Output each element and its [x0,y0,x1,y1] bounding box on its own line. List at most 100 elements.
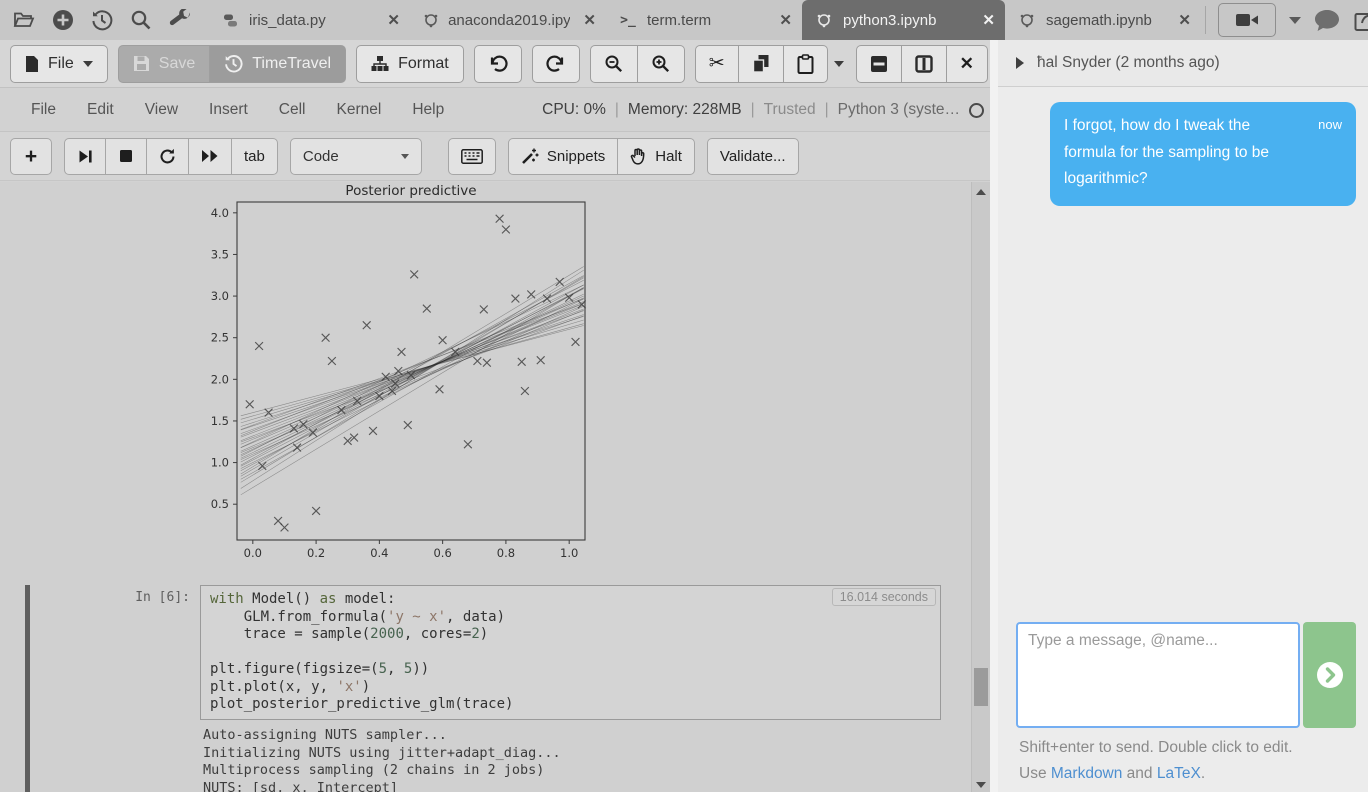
code-line: trace = sample(2000, cores=2) [210,626,931,644]
notebook-scrollbar[interactable] [971,182,990,792]
history-icon[interactable] [90,8,114,32]
run-all-button[interactable] [188,138,232,175]
cut-button[interactable]: ✂ [695,45,739,83]
close-icon[interactable]: ✕ [773,11,792,29]
run-cell-button[interactable] [64,138,106,175]
python-file-icon [218,8,242,32]
timetravel-button[interactable]: TimeTravel [209,45,346,83]
close-icon[interactable]: ✕ [577,11,596,29]
file-menu-button[interactable]: File [10,45,108,83]
stop-button[interactable] [105,138,147,175]
output-line: NUTS: [sd, x, Intercept] [203,780,944,792]
tab-complete-button[interactable]: tab [231,138,278,175]
kernel-status-icon [969,103,984,118]
zoom-out-button[interactable] [590,45,638,83]
restart-kernel-button[interactable] [146,138,189,175]
chat-bubble-icon[interactable] [1314,9,1340,32]
scrollbar-thumb[interactable] [974,668,988,706]
timetravel-history-icon [224,54,243,73]
jupyter-file-icon [812,8,836,32]
chat-help-text: Shift+enter to send. Double click to edi… [1019,739,1293,757]
split-horizontal-button[interactable] [856,45,902,83]
menu-insert[interactable]: Insert [209,101,248,119]
copy-button[interactable] [738,45,784,83]
chat-message-input[interactable] [1016,622,1300,728]
code-line: plot_posterior_predictive_glm(trace) [210,696,931,714]
close-icon[interactable]: ✕ [976,11,995,29]
zoom-in-button[interactable] [637,45,685,83]
separator: | [615,101,619,119]
folder-open-icon[interactable] [12,8,36,32]
split-vertical-button[interactable] [901,45,947,83]
caret-down-icon[interactable] [1289,17,1301,24]
redo-button[interactable] [532,45,580,83]
caret-down-icon [83,61,93,67]
close-icon[interactable]: ✕ [1172,11,1191,29]
posterior-plot: 0.00.20.40.60.81.00.51.01.52.02.53.03.54… [186,182,598,574]
memory-usage: Memory: 228MB [628,101,742,119]
timetravel-label: TimeTravel [252,55,331,73]
panel-divider[interactable] [990,40,998,792]
markdown-link[interactable]: Markdown [1051,765,1123,782]
undo-icon [488,54,508,74]
run-controls-group: tab [64,138,278,175]
share-icon[interactable] [1353,8,1368,33]
tab-term[interactable]: >_ term.term ✕ [606,0,802,40]
svg-text:0.5: 0.5 [211,497,229,511]
copy-icon [752,54,770,73]
kernel-status-bar: CPU: 0% | Memory: 228MB | Trusted | Pyth… [542,101,990,119]
send-message-button[interactable] [1303,622,1356,728]
scroll-up-arrow-icon[interactable] [976,189,986,195]
tab-python3-active[interactable]: python3.ipynb ✕ [802,0,1005,40]
svg-text:0.6: 0.6 [433,546,451,560]
chat-message-bubble[interactable]: now I forgot, how do I tweak the formula… [1050,102,1356,206]
menu-view[interactable]: View [145,101,178,119]
cocalc-window: iris_data.py ✕ anaconda2019.ipynb ✕ >_ t… [0,0,1368,792]
halt-button[interactable]: Halt [617,138,695,175]
chat-history-header[interactable]: ħal Snyder (2 months ago) [998,40,1368,87]
more-options-caret-icon[interactable] [834,61,844,67]
cell-code-editor[interactable]: 16.014 seconds with Model() as model: GL… [200,585,941,720]
menu-kernel[interactable]: Kernel [337,101,382,119]
tabbar-divider [1205,6,1206,34]
plus-circle-icon[interactable] [51,8,75,32]
kernel-name[interactable]: Python 3 (syste… [838,101,960,119]
wrench-icon[interactable] [168,8,192,32]
tab-label: iris_data.py [249,12,326,29]
scroll-down-arrow-icon[interactable] [976,782,986,788]
search-icon[interactable] [129,8,153,32]
editor-toolbar: File Save TimeTravel Format [0,40,990,88]
validate-button[interactable]: Validate... [707,138,799,175]
save-button[interactable]: Save [118,45,210,83]
tab-label: tab [244,148,265,165]
clipboard-group: ✂ [695,45,828,83]
keyboard-shortcuts-button[interactable] [448,138,496,175]
tab-sagemath[interactable]: sagemath.ipynb ✕ [1005,0,1201,40]
expand-triangle-icon[interactable] [1016,57,1024,69]
tab-label: term.term [647,12,711,29]
tab-label: anaconda2019.ipynb [448,12,570,29]
jupyter-file-icon [1015,8,1039,32]
close-frame-button[interactable]: ✕ [946,45,988,83]
menu-edit[interactable]: Edit [87,101,114,119]
menu-file[interactable]: File [31,101,56,119]
paste-button[interactable] [783,45,828,83]
video-chat-button[interactable] [1218,3,1276,37]
frame-split-group: ✕ [856,45,988,83]
svg-text:Posterior predictive: Posterior predictive [345,183,476,199]
trusted-badge: Trusted [764,101,816,119]
insert-cell-button[interactable]: + [10,138,52,175]
cell-type-select[interactable]: Code [290,138,422,175]
snippets-button[interactable]: Snippets [508,138,618,175]
undo-button[interactable] [474,45,522,83]
snippets-label: Snippets [547,148,605,165]
menu-help[interactable]: Help [412,101,444,119]
tab-anaconda2019[interactable]: anaconda2019.ipynb ✕ [410,0,606,40]
tab-iris-data[interactable]: iris_data.py ✕ [208,0,410,40]
menu-cell[interactable]: Cell [279,101,306,119]
halt-label: Halt [655,148,682,165]
close-icon[interactable]: ✕ [381,11,400,29]
latex-link[interactable]: LaTeX [1157,765,1201,782]
format-button[interactable]: Format [356,45,464,83]
split-horizontal-icon [870,55,888,73]
